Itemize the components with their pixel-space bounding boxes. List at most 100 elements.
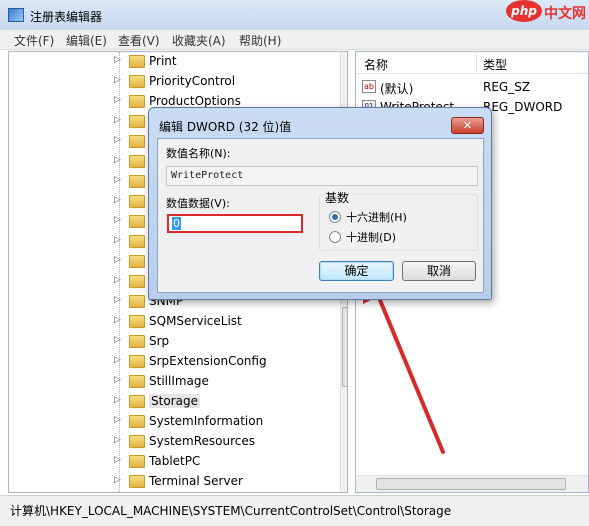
window-title: 注册表编辑器 bbox=[30, 10, 103, 24]
tree-item[interactable]: ▷ StillImage bbox=[9, 372, 339, 392]
tree-item[interactable]: ▷ SrpExtensionConfig bbox=[9, 352, 339, 372]
dialog-title: 编辑 DWORD (32 位)值 bbox=[159, 120, 292, 134]
folder-icon bbox=[129, 155, 145, 168]
ok-button[interactable]: 确定 bbox=[319, 261, 394, 281]
value-data-text: 0 bbox=[172, 217, 181, 230]
list-header: 名称 类型 bbox=[356, 52, 588, 74]
base-label: 基数 bbox=[322, 189, 353, 206]
expand-arrow-icon[interactable]: ▷ bbox=[114, 455, 121, 465]
folder-icon bbox=[129, 235, 145, 248]
menu-edit[interactable]: 编辑(E) bbox=[66, 32, 107, 49]
value-data-label: 数值数据(V): bbox=[166, 197, 230, 210]
expand-arrow-icon[interactable]: ▷ bbox=[114, 195, 121, 205]
watermark-site-text: 中文网 bbox=[544, 6, 586, 22]
hex-radio[interactable] bbox=[329, 211, 341, 223]
expand-arrow-icon[interactable]: ▷ bbox=[114, 475, 121, 485]
tree-item[interactable]: ▷ Storage bbox=[9, 392, 339, 412]
folder-icon bbox=[129, 95, 145, 108]
folder-icon bbox=[129, 255, 145, 268]
expand-arrow-icon[interactable]: ▷ bbox=[114, 355, 121, 365]
tree-item-label: SQMServiceList bbox=[149, 314, 242, 328]
folder-icon bbox=[129, 435, 145, 448]
tree-item[interactable]: ▷ TabletPC bbox=[9, 452, 339, 472]
folder-icon bbox=[129, 195, 145, 208]
status-bar: 计算机\HKEY_LOCAL_MACHINE\SYSTEM\CurrentCon… bbox=[0, 495, 589, 526]
folder-icon bbox=[129, 275, 145, 288]
column-header-name[interactable]: 名称 bbox=[364, 56, 388, 73]
folder-icon bbox=[129, 415, 145, 428]
folder-icon bbox=[129, 295, 145, 308]
folder-icon bbox=[129, 315, 145, 328]
folder-icon bbox=[129, 475, 145, 488]
menu-favorites[interactable]: 收藏夹(A) bbox=[172, 32, 226, 49]
expand-arrow-icon[interactable]: ▷ bbox=[114, 415, 121, 425]
dialog-close-button[interactable]: ✕ bbox=[451, 117, 484, 134]
tree-item[interactable]: ▷ SystemInformation bbox=[9, 412, 339, 432]
expand-arrow-icon[interactable]: ▷ bbox=[114, 275, 121, 285]
tree-item-label: StillImage bbox=[149, 374, 209, 388]
expand-arrow-icon[interactable]: ▷ bbox=[114, 215, 121, 225]
tree-item[interactable]: ▷ Terminal Server bbox=[9, 472, 339, 492]
column-header-type[interactable]: 类型 bbox=[483, 56, 507, 73]
menu-view[interactable]: 查看(V) bbox=[118, 32, 160, 49]
list-row-default[interactable]: ab (默认) REG_SZ bbox=[356, 77, 588, 97]
registry-path: 计算机\HKEY_LOCAL_MACHINE\SYSTEM\CurrentCon… bbox=[10, 504, 452, 518]
tree-item[interactable]: ▷ PriorityControl bbox=[9, 72, 339, 92]
expand-arrow-icon[interactable]: ▷ bbox=[114, 395, 121, 405]
decimal-radio[interactable] bbox=[329, 231, 341, 243]
tree-item-label: Print bbox=[149, 54, 177, 68]
folder-icon bbox=[129, 115, 145, 128]
title-bar: 注册表编辑器 php 中文网 bbox=[0, 0, 589, 30]
value-name-field: WriteProtect bbox=[166, 166, 478, 186]
expand-arrow-icon[interactable]: ▷ bbox=[114, 55, 121, 65]
expand-arrow-icon[interactable]: ▷ bbox=[114, 335, 121, 345]
dialog-body: 数值名称(N): WriteProtect 数值数据(V): 0 基数 十六进制… bbox=[157, 138, 484, 293]
folder-icon bbox=[129, 175, 145, 188]
expand-arrow-icon[interactable]: ▷ bbox=[114, 175, 121, 185]
value-name: (默认) bbox=[380, 82, 414, 96]
folder-icon bbox=[129, 355, 145, 368]
expand-arrow-icon[interactable]: ▷ bbox=[114, 435, 121, 445]
expand-arrow-icon[interactable]: ▷ bbox=[114, 155, 121, 165]
tree-item[interactable]: ▷ Print bbox=[9, 52, 339, 72]
expand-arrow-icon[interactable]: ▷ bbox=[114, 115, 121, 125]
tree-item[interactable]: ▷ Srp bbox=[9, 332, 339, 352]
value-data-input[interactable]: 0 bbox=[167, 214, 303, 233]
php-logo: php bbox=[506, 0, 542, 22]
cancel-button[interactable]: 取消 bbox=[402, 261, 476, 281]
tree-item-label: SrpExtensionConfig bbox=[149, 354, 267, 368]
folder-icon bbox=[129, 375, 145, 388]
decimal-radio-label[interactable]: 十进制(D) bbox=[346, 229, 396, 245]
expand-arrow-icon[interactable]: ▷ bbox=[114, 375, 121, 385]
tree-item-label: PriorityControl bbox=[149, 74, 236, 88]
edit-dword-dialog: 编辑 DWORD (32 位)值 ✕ 数值名称(N): WriteProtect… bbox=[148, 107, 492, 300]
tree-item[interactable]: ▷ SQMServiceList bbox=[9, 312, 339, 332]
list-scroll-thumb[interactable] bbox=[376, 478, 566, 490]
expand-arrow-icon[interactable]: ▷ bbox=[114, 295, 121, 305]
column-separator[interactable] bbox=[476, 54, 477, 72]
menu-bar: 文件(F) 编辑(E) 查看(V) 收藏夹(A) 帮助(H) bbox=[0, 30, 589, 50]
menu-help[interactable]: 帮助(H) bbox=[239, 32, 281, 49]
value-name-label: 数值名称(N): bbox=[166, 147, 231, 160]
menu-file[interactable]: 文件(F) bbox=[14, 32, 54, 49]
expand-arrow-icon[interactable]: ▷ bbox=[114, 75, 121, 85]
expand-arrow-icon[interactable]: ▷ bbox=[114, 255, 121, 265]
tree-item[interactable]: ▷ SystemResources bbox=[9, 432, 339, 452]
folder-icon bbox=[129, 455, 145, 468]
hex-radio-label[interactable]: 十六进制(H) bbox=[346, 209, 407, 225]
list-horizontal-scrollbar[interactable] bbox=[356, 475, 588, 492]
tree-item-label: TabletPC bbox=[149, 454, 201, 468]
tree-scroll-thumb[interactable] bbox=[342, 307, 347, 387]
expand-arrow-icon[interactable]: ▷ bbox=[114, 235, 121, 245]
folder-icon bbox=[129, 75, 145, 88]
value-type: REG_SZ bbox=[483, 80, 531, 94]
tree-item-label: SystemInformation bbox=[149, 414, 264, 428]
folder-icon bbox=[129, 135, 145, 148]
regedit-app-icon bbox=[8, 8, 24, 22]
tree-item-label: Srp bbox=[149, 334, 170, 348]
expand-arrow-icon[interactable]: ▷ bbox=[114, 315, 121, 325]
folder-icon bbox=[129, 335, 145, 348]
tree-item-label: ProductOptions bbox=[149, 94, 241, 108]
expand-arrow-icon[interactable]: ▷ bbox=[114, 135, 121, 145]
expand-arrow-icon[interactable]: ▷ bbox=[114, 95, 121, 105]
